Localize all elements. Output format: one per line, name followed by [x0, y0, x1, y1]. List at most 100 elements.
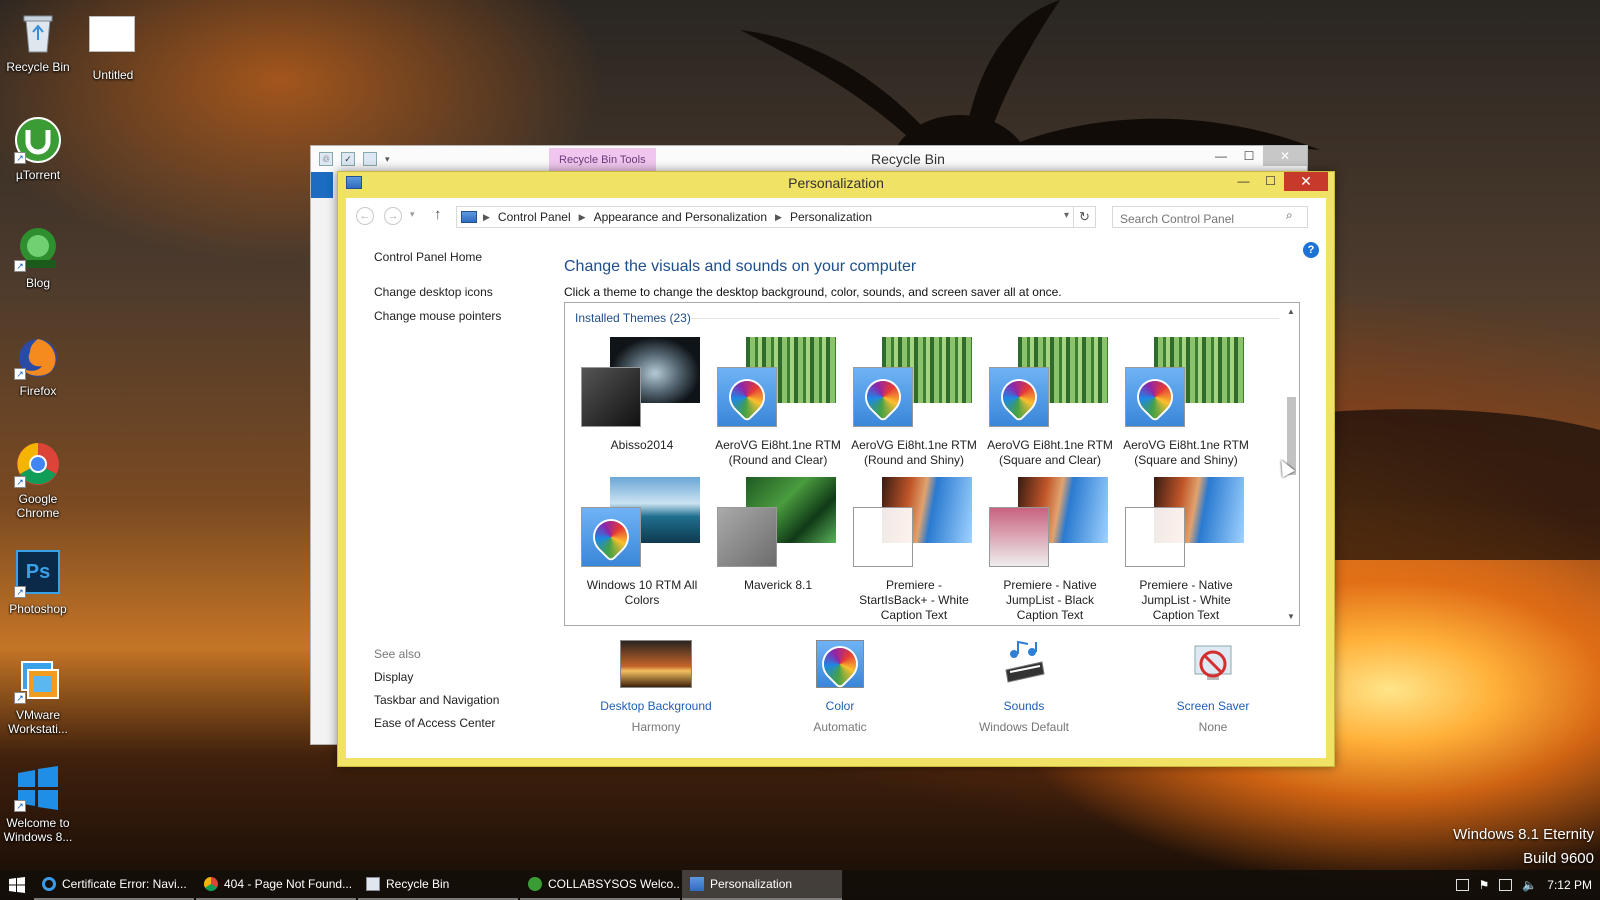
- change-desktop-icons-link[interactable]: Change desktop icons: [374, 285, 544, 299]
- recycle-bin-small-icon[interactable]: ♲: [319, 152, 333, 166]
- minimize-button[interactable]: —: [1207, 146, 1235, 166]
- file-tab[interactable]: [311, 172, 333, 198]
- breadcrumb-appearance[interactable]: Appearance and Personalization: [594, 210, 767, 224]
- new-folder-icon[interactable]: [363, 152, 377, 166]
- minimize-button[interactable]: —: [1230, 172, 1257, 191]
- window-content: ← → ▾ ↑ ▶ Control Panel ▶ Appearance and…: [346, 198, 1326, 758]
- desktop-icon-recycle-bin[interactable]: Recycle Bin: [0, 8, 76, 74]
- desktop-icon-blog[interactable]: ↗ Blog: [0, 224, 76, 290]
- theme-item[interactable]: AeroVG Ei8ht.1ne RTM (Square and Shiny): [1119, 333, 1253, 468]
- chevron-right-icon[interactable]: ▶: [579, 212, 586, 223]
- navigation-bar: ← → ▾ ↑ ▶ Control Panel ▶ Appearance and…: [346, 198, 1326, 232]
- recent-pages-dropdown-icon[interactable]: ▾: [410, 209, 415, 220]
- change-mouse-pointers-link[interactable]: Change mouse pointers: [374, 309, 544, 323]
- theme-name: Maverick 8.1: [743, 578, 813, 592]
- desktop-icon-welcome[interactable]: ↗ Welcome to Windows 8...: [0, 764, 76, 844]
- refresh-icon[interactable]: ↻: [1073, 207, 1095, 227]
- customize-dropdown-icon[interactable]: ▾: [385, 154, 390, 165]
- desktop-background-setting[interactable]: Desktop Background Harmony: [586, 640, 726, 734]
- os-watermark-line2: Build 9600: [1523, 850, 1594, 867]
- action-center-flag-icon[interactable]: ⚑: [1479, 878, 1490, 892]
- taskbar-item-ie[interactable]: Certificate Error: Navi...: [34, 870, 194, 900]
- themes-list[interactable]: Installed Themes (23) Abisso2014 AeroVG …: [564, 302, 1300, 626]
- theme-name: Premiere - Native JumpList - White Caption…: [1139, 578, 1233, 622]
- color-setting[interactable]: Color Automatic: [770, 640, 910, 734]
- system-tray: ⚑ 🔈 7:12 PM: [1455, 870, 1592, 900]
- desktop-icon-label: Firefox: [19, 384, 57, 398]
- close-button[interactable]: ✕: [1263, 146, 1307, 166]
- ease-of-access-link[interactable]: Ease of Access Center: [374, 716, 544, 730]
- help-icon[interactable]: ?: [1303, 242, 1319, 258]
- taskbar-item-label: Certificate Error: Navi...: [62, 877, 187, 891]
- display-link[interactable]: Display: [374, 670, 544, 684]
- search-input[interactable]: [1112, 206, 1308, 228]
- maximize-button[interactable]: ☐: [1235, 146, 1263, 166]
- control-panel-icon: [690, 877, 704, 891]
- setting-value: None: [1198, 720, 1228, 734]
- photoshop-icon: Ps ↗: [14, 550, 62, 598]
- setting-name[interactable]: Screen Saver: [1143, 699, 1283, 713]
- recycle-bin-icon: [366, 877, 380, 891]
- address-dropdown-icon[interactable]: ▾: [1064, 210, 1069, 221]
- setting-name[interactable]: Sounds: [954, 699, 1094, 713]
- clock[interactable]: 7:12 PM: [1547, 878, 1592, 892]
- volume-muted-icon[interactable]: 🔈: [1522, 878, 1537, 892]
- breadcrumb-personalization[interactable]: Personalization: [790, 210, 872, 224]
- theme-item[interactable]: Abisso2014: [575, 333, 709, 453]
- desktop-icon-firefox[interactable]: ↗ Firefox: [0, 332, 76, 398]
- taskbar-item-collabsysos[interactable]: COLLABSYSOS Welco...: [520, 870, 680, 900]
- back-button[interactable]: ←: [356, 207, 374, 225]
- tray-expand-icon[interactable]: [1455, 879, 1469, 891]
- left-pane: Control Panel Home Change desktop icons …: [374, 250, 544, 333]
- control-panel-home-link[interactable]: Control Panel Home: [374, 250, 544, 264]
- desktop-icon-vmware[interactable]: ↗ VMware Workstati...: [0, 656, 76, 736]
- theme-item[interactable]: Premiere - Native JumpList - White Caption…: [1119, 473, 1253, 623]
- scroll-up-icon[interactable]: ▲: [1283, 307, 1299, 316]
- taskbar-item-chrome[interactable]: 404 - Page Not Found...: [196, 870, 356, 900]
- theme-thumbnail: [711, 473, 845, 573]
- window-titlebar[interactable]: Personalization — ☐ ✕: [338, 172, 1334, 194]
- recycle-bin-titlebar[interactable]: ♲ ✓ ▾ Recycle Bin Tools Recycle Bin — ☐ …: [311, 146, 1307, 172]
- theme-item[interactable]: AeroVG Ei8ht.1ne RTM (Square and Clear): [983, 333, 1117, 468]
- chevron-right-icon[interactable]: ▶: [775, 212, 782, 223]
- search-icon[interactable]: ⌕: [1286, 208, 1293, 223]
- recycle-bin-tools-tab[interactable]: Recycle Bin Tools: [549, 148, 656, 172]
- up-button[interactable]: ↑: [434, 206, 442, 223]
- chevron-right-icon[interactable]: ▶: [483, 212, 490, 223]
- personalization-window[interactable]: Personalization — ☐ ✕ ← → ▾ ↑ ▶ Control …: [337, 171, 1335, 767]
- desktop-icon-chrome[interactable]: ↗ Google Chrome: [0, 440, 76, 520]
- theme-name: Windows 10 RTM All Colors: [586, 578, 698, 607]
- address-bar[interactable]: ▶ Control Panel ▶ Appearance and Persona…: [456, 206, 1096, 228]
- desktop-background-icon: [620, 640, 692, 688]
- setting-name[interactable]: Desktop Background: [586, 699, 726, 713]
- setting-name[interactable]: Color: [770, 699, 910, 713]
- theme-thumbnail: [575, 333, 709, 433]
- taskbar-item-label: Personalization: [710, 877, 793, 891]
- theme-item[interactable]: Maverick 8.1: [711, 473, 845, 593]
- theme-item[interactable]: Premiere - StartIsBack+ - White Caption Te…: [847, 473, 981, 623]
- desktop-icon-label: Google Chrome: [16, 492, 60, 520]
- screen-saver-setting[interactable]: Screen Saver None: [1143, 640, 1283, 734]
- theme-item[interactable]: AeroVG Ei8ht.1ne RTM (Round and Shiny): [847, 333, 981, 468]
- taskbar-navigation-link[interactable]: Taskbar and Navigation: [374, 693, 544, 707]
- quick-access-toolbar: ♲ ✓ ▾: [311, 152, 390, 166]
- theme-item[interactable]: AeroVG Ei8ht.1ne RTM (Round and Clear): [711, 333, 845, 468]
- theme-name: AeroVG Ei8ht.1ne RTM (Round and Clear): [715, 438, 841, 467]
- scroll-down-icon[interactable]: ▼: [1283, 612, 1299, 621]
- theme-item[interactable]: Premiere - Native JumpList - Black Caption…: [983, 473, 1117, 623]
- taskbar-item-recycle-bin[interactable]: Recycle Bin: [358, 870, 518, 900]
- theme-item[interactable]: Windows 10 RTM All Colors: [575, 473, 709, 608]
- properties-icon[interactable]: ✓: [341, 152, 355, 166]
- close-button[interactable]: ✕: [1284, 172, 1328, 191]
- taskbar-item-personalization[interactable]: Personalization: [682, 870, 842, 900]
- desktop-icon-photoshop[interactable]: Ps ↗ Photoshop: [0, 548, 76, 616]
- forward-button[interactable]: →: [384, 207, 402, 225]
- maximize-button[interactable]: ☐: [1257, 172, 1284, 191]
- collabsysos-icon: [528, 877, 542, 891]
- start-button[interactable]: [0, 870, 34, 900]
- desktop-icon-untitled[interactable]: Untitled: [75, 8, 151, 82]
- desktop-icon-utorrent[interactable]: ↗ µTorrent: [0, 116, 76, 182]
- sounds-setting[interactable]: Sounds Windows Default: [954, 640, 1094, 734]
- breadcrumb-control-panel[interactable]: Control Panel: [498, 210, 571, 224]
- network-icon[interactable]: [1499, 879, 1513, 891]
